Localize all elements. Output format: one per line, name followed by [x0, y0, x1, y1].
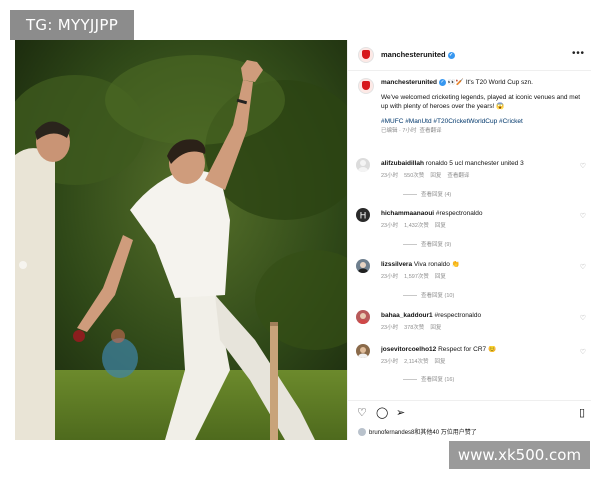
view-replies-label[interactable]: 查看回复 (4)	[421, 192, 451, 198]
comment-bubble-icon[interactable]: ◯	[376, 406, 388, 419]
comment-meta: 23小时 378次赞 回复	[381, 323, 447, 331]
comment-body: Respect for CR7 😊	[438, 346, 497, 353]
club-crest-icon	[362, 81, 370, 90]
comment-time: 23小时	[381, 359, 399, 365]
heart-icon[interactable]: ♡	[580, 212, 586, 220]
comment-time: 23小时	[381, 325, 399, 331]
comment-meta: 23小时 2,114次赞 回复	[381, 357, 452, 365]
comment-likes[interactable]: 550次赞	[404, 173, 424, 179]
caption-hashtags[interactable]: #MUFC #ManUtd #T20CricketWorldCup #Crick…	[381, 117, 586, 126]
view-replies-label[interactable]: 查看回复 (16)	[421, 377, 454, 383]
caption-avatar[interactable]	[358, 78, 374, 94]
view-replies-label[interactable]: 查看回复 (10)	[421, 293, 454, 299]
comment-time: 23小时	[381, 173, 399, 179]
comment-item: H hichammaanaoui #respectronaldo 23小时 1,4…	[356, 208, 588, 254]
comment-item: alifzubaidillah ronaldo 5 ucl manchester…	[356, 158, 588, 204]
comment-item: josevitorcoelho12 Respect for CR7 😊 23小时…	[356, 344, 588, 390]
photo-avatar[interactable]	[356, 310, 370, 324]
replies-divider	[403, 379, 417, 381]
view-replies[interactable]: 查看回复 (4)	[403, 190, 451, 198]
club-crest-icon	[362, 50, 370, 59]
watermark-top-left: TG: MYYJJPP	[10, 10, 134, 40]
comment-likes[interactable]: 378次赞	[404, 325, 424, 331]
heart-icon[interactable]: ♡	[580, 348, 586, 356]
comment-text: alifzubaidillah ronaldo 5 ucl manchester…	[381, 160, 581, 168]
liked-by-line[interactable]: brunofernandes8和其他40 万位用户赞了	[358, 427, 477, 437]
heart-icon[interactable]: ♡	[580, 263, 586, 271]
heart-icon[interactable]: ♡	[580, 314, 586, 322]
photo-avatar[interactable]	[356, 259, 370, 273]
verified-icon: ✓	[439, 78, 446, 86]
reply-link[interactable]: 回复	[434, 359, 445, 365]
watermark-bottom-right: www.xk500.com	[449, 441, 590, 469]
comment-meta: 23小时 1,597次赞 回复	[381, 272, 452, 280]
comment-username[interactable]: hichammaanaoui	[381, 210, 434, 217]
post-image	[15, 40, 347, 440]
heart-icon[interactable]: ♡	[580, 162, 586, 170]
post-actions-bar: ♡ ◯ ➢ ▯ brunofernandes8和其他40 万位用户赞了	[348, 400, 591, 441]
caption-username[interactable]: manchesterunited	[381, 79, 437, 86]
comment-username[interactable]: josevitorcoelho12	[381, 346, 436, 353]
comment-body: ronaldo 5 ucl manchester united 3	[425, 160, 524, 167]
verified-icon: ✓	[447, 51, 455, 59]
comment-item: lizssilvera Viva ronaldo 👏 23小时 1,597次赞 回复…	[356, 259, 588, 305]
comment-username[interactable]: lizssilvera	[381, 261, 412, 268]
comment-body: #respectronaldo	[435, 210, 483, 217]
view-replies-label[interactable]: 查看回复 (9)	[421, 242, 451, 248]
letter-avatar[interactable]: H	[356, 208, 370, 222]
liker-avatar	[358, 428, 366, 437]
view-replies[interactable]: 查看回复 (9)	[403, 240, 451, 248]
view-replies[interactable]: 查看回复 (10)	[403, 291, 454, 299]
header-username-text[interactable]: manchesterunited	[381, 50, 446, 59]
comment-text: bahaa_kaddour1 #respectronaldo	[381, 312, 581, 320]
post-header: manchesterunited ✓ • • •	[348, 40, 591, 71]
svg-text:H: H	[360, 212, 367, 222]
reply-link[interactable]: 回复	[430, 173, 441, 179]
view-replies[interactable]: 查看回复 (16)	[403, 375, 454, 383]
comment-text: lizssilvera Viva ronaldo 👏	[381, 261, 581, 269]
comment-likes[interactable]: 1,432次赞	[404, 223, 429, 229]
translate-link[interactable]: 查看翻译	[420, 128, 442, 134]
comment-username[interactable]: alifzubaidillah	[381, 160, 424, 167]
account-avatar[interactable]	[358, 47, 374, 63]
save-bookmark-icon[interactable]: ▯	[579, 406, 585, 419]
header-username[interactable]: manchesterunited ✓	[381, 50, 455, 59]
caption-meta: 已编辑 · 7小时 查看翻译	[381, 128, 442, 134]
comment-text: hichammaanaoui #respectronaldo	[381, 210, 581, 218]
comment-likes[interactable]: 2,114次赞	[404, 359, 428, 365]
photo-avatar[interactable]	[356, 344, 370, 358]
reply-link[interactable]: 回复	[435, 274, 446, 280]
share-send-icon[interactable]: ➢	[396, 406, 405, 419]
comment-time: 23小时	[381, 223, 399, 229]
post-time: 7小时	[402, 128, 417, 134]
comment-username[interactable]: bahaa_kaddour1	[381, 312, 433, 319]
edited-label: 已编辑	[381, 128, 398, 134]
reply-link[interactable]: 回复	[435, 223, 446, 229]
translate-link[interactable]: 查看翻译	[447, 173, 469, 179]
replies-divider	[403, 295, 417, 297]
replies-divider	[403, 194, 417, 196]
caption-emoji: 👀🏏	[447, 79, 464, 86]
reply-link[interactable]: 回复	[430, 325, 441, 331]
more-options-icon[interactable]: • • •	[572, 48, 584, 59]
comment-meta: 23小时 1,432次赞 回复	[381, 221, 452, 229]
post-caption: manchesterunited ✓ 👀🏏 It's T20 World Cup …	[381, 78, 586, 136]
caption-line1: It's T20 World Cup szn.	[465, 79, 533, 86]
caption-body: We've welcomed cricketing legends, playe…	[381, 94, 581, 110]
comment-meta: 23小时 550次赞 回复 查看翻译	[381, 171, 475, 179]
comment-body: #respectronaldo	[434, 312, 482, 319]
default-avatar-icon[interactable]	[356, 158, 370, 172]
comment-time: 23小时	[381, 274, 399, 280]
replies-divider	[403, 244, 417, 246]
like-heart-icon[interactable]: ♡	[357, 406, 367, 419]
post-detail-panel: manchesterunited ✓ • • • manchesterunited…	[347, 40, 591, 441]
comment-body: Viva ronaldo 👏	[413, 261, 460, 268]
comment-likes[interactable]: 1,597次赞	[404, 274, 429, 280]
comment-text: josevitorcoelho12 Respect for CR7 😊	[381, 346, 581, 354]
liked-by-text: brunofernandes8和其他40 万位用户赞了	[369, 430, 477, 436]
